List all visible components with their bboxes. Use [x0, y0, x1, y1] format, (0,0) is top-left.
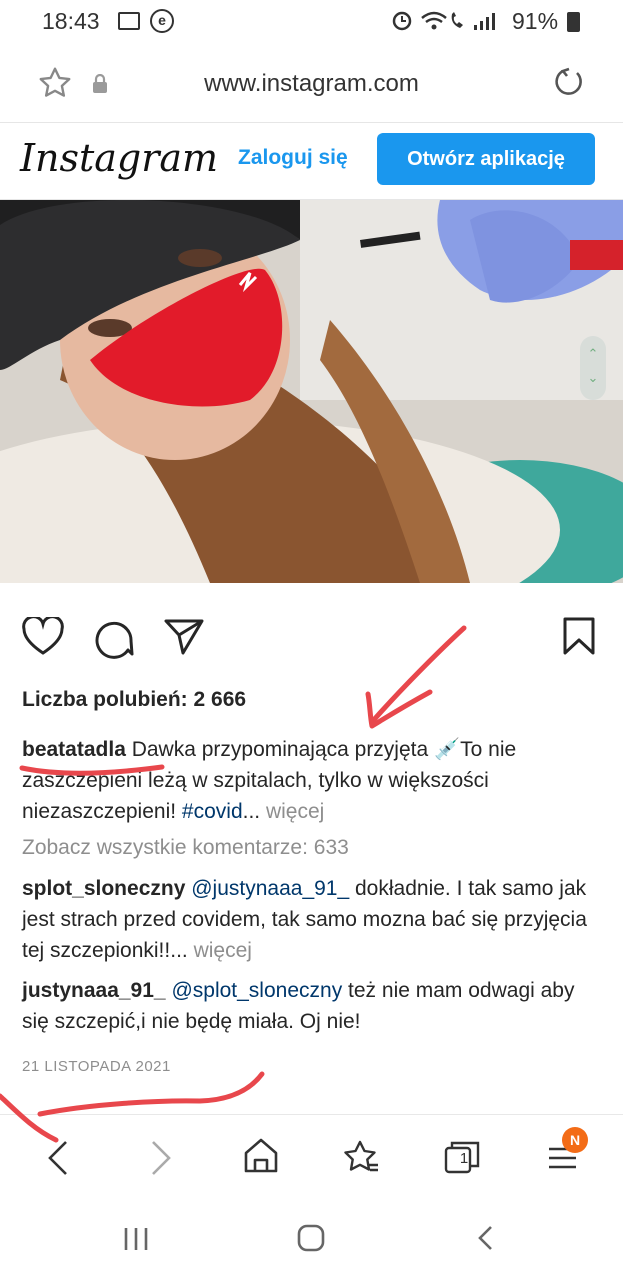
chevron-up-icon: ⌃ [587, 346, 599, 361]
comment-mention[interactable]: @splot_sloneczny [171, 979, 342, 1002]
forward-arrow-icon[interactable] [152, 1141, 171, 1175]
reload-icon[interactable] [550, 64, 586, 105]
likes-count[interactable]: Liczba polubień: 2 666 [22, 688, 246, 712]
instagram-logo[interactable]: Instagram [20, 136, 218, 180]
photo-illustration [0, 200, 623, 583]
comment-user[interactable]: splot_sloneczny [22, 877, 185, 900]
post-date[interactable]: 21 LISTOPADA 2021 [22, 1058, 171, 1075]
url-text[interactable]: www.instagram.com [0, 70, 623, 98]
battery-icon [567, 12, 580, 32]
share-send-icon[interactable] [163, 617, 205, 662]
menu-badge: N [562, 1127, 588, 1153]
caption-more-link[interactable]: więcej [266, 800, 324, 823]
battery-percentage: 91% [512, 8, 559, 34]
post-caption: beatatadla Dawka przypominająca przyjęta… [22, 734, 602, 827]
status-time: 18:43 [42, 8, 100, 34]
recent-apps-icon[interactable] [122, 1224, 152, 1259]
comment-mention[interactable]: @justynaaa_91_ [191, 877, 349, 900]
open-app-button[interactable]: Otwórz aplikację [377, 133, 595, 185]
status-icons [390, 8, 508, 40]
comment-more-link[interactable]: więcej [194, 939, 252, 962]
back-arrow-icon[interactable] [48, 1141, 67, 1175]
caption-ellipsis: ... [242, 800, 266, 823]
comment-user[interactable]: justynaaa_91_ [22, 979, 166, 1002]
back-nav-icon[interactable] [474, 1223, 498, 1258]
comment: splot_sloneczny @justynaaa_91_ dokładnie… [22, 873, 602, 966]
alarm-wifi-signal-icons [392, 11, 495, 31]
comment-icon[interactable] [92, 617, 134, 664]
view-all-comments-link[interactable]: Zobacz wszystkie komentarze: 633 [22, 836, 349, 860]
caption-hashtag[interactable]: #covid [182, 800, 243, 823]
home-icon[interactable] [244, 1138, 278, 1173]
e-notification-icon: e [150, 9, 174, 33]
tab-count[interactable]: 1 [452, 1150, 476, 1167]
page-scroll-handle[interactable]: ⌃ ⌄ [580, 336, 606, 400]
browser-toolbar [0, 1114, 623, 1199]
gallery-notification-icon [118, 12, 140, 30]
like-heart-icon[interactable] [22, 615, 64, 662]
bookmarks-icon[interactable] [344, 1140, 379, 1172]
post-photo[interactable] [0, 200, 623, 583]
home-nav-icon[interactable] [296, 1223, 326, 1258]
caption-author[interactable]: beatatadla [22, 738, 126, 761]
chevron-down-icon: ⌄ [587, 370, 599, 385]
comment: justynaaa_91_ @splot_sloneczny też nie m… [22, 975, 602, 1037]
save-bookmark-icon[interactable] [561, 616, 597, 661]
login-link[interactable]: Zaloguj się [238, 146, 348, 170]
